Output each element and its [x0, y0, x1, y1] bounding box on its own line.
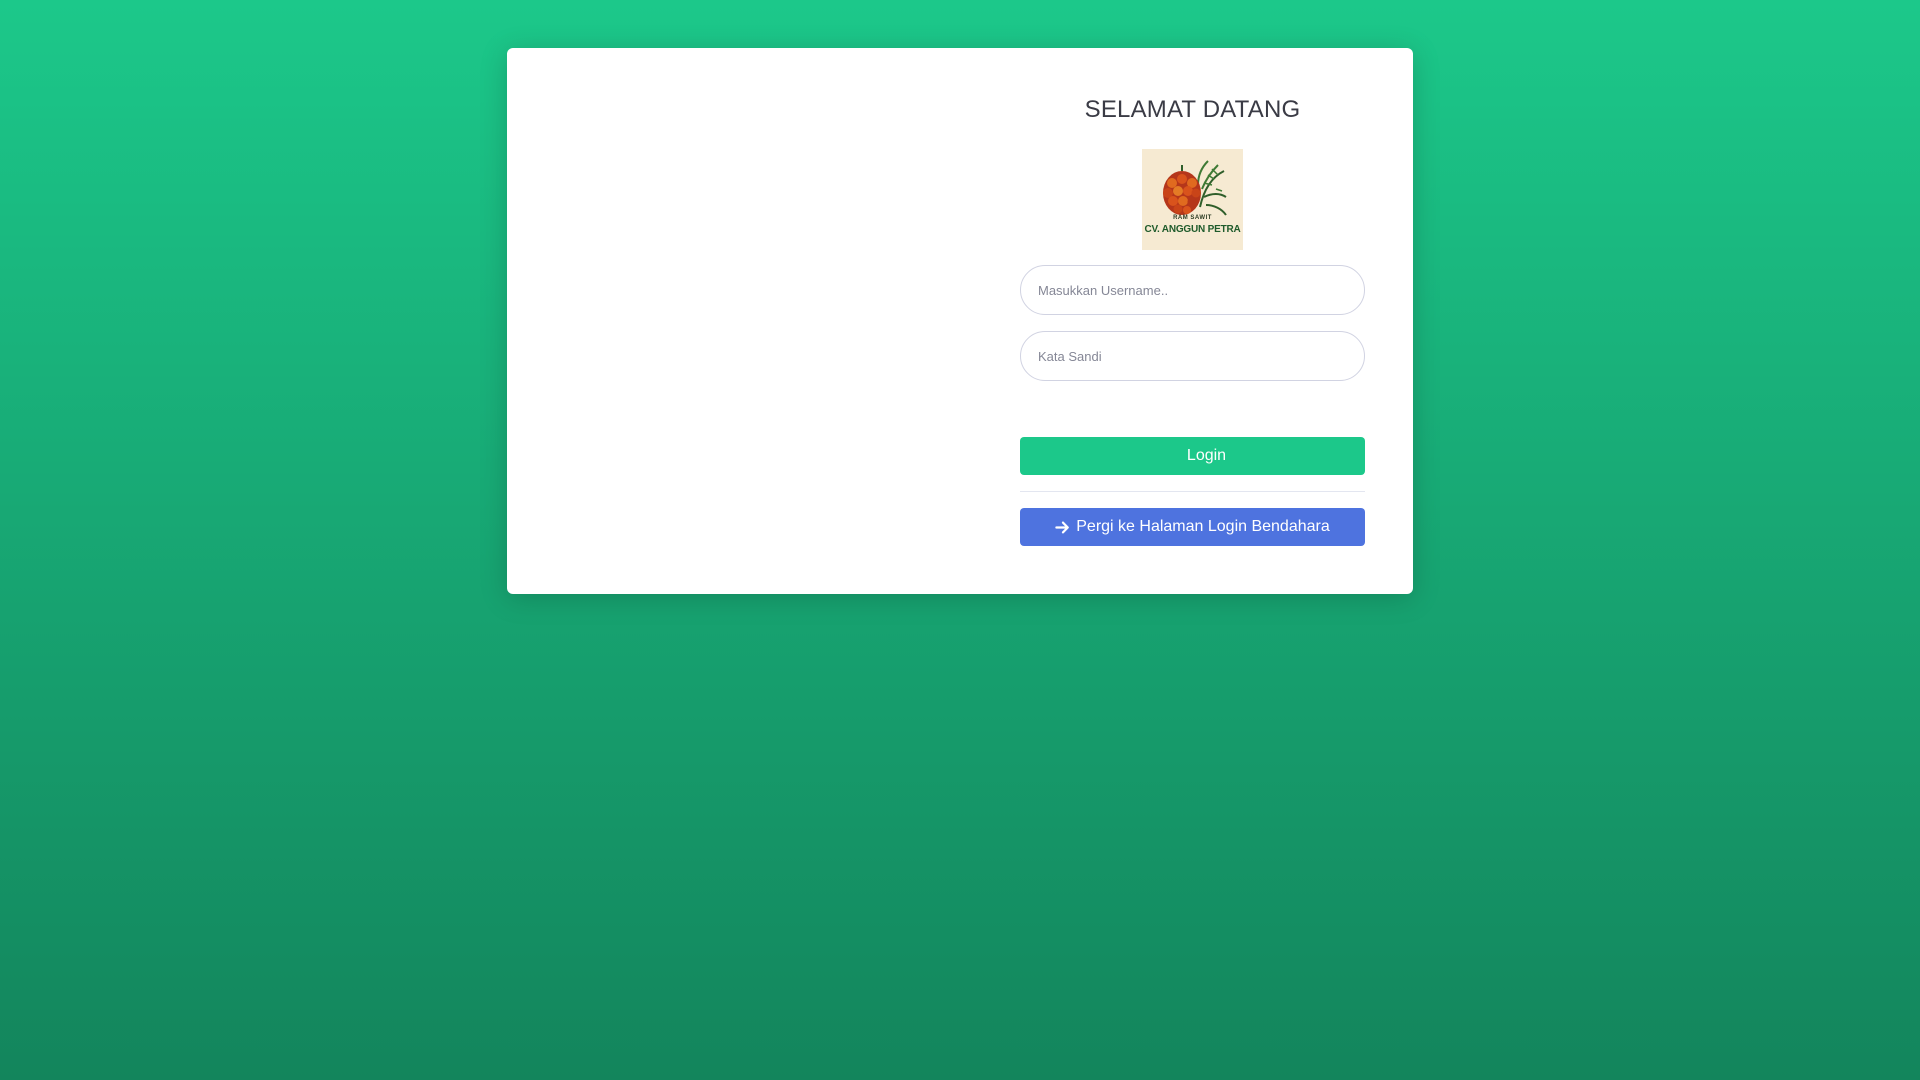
bendahara-login-label: Pergi ke Halaman Login Bendahara	[1076, 518, 1330, 535]
login-form-panel: SELAMAT DATANG RAM SAWIT CV. ANGGUN PETR…	[1020, 48, 1365, 594]
company-logo: RAM SAWIT CV. ANGGUN PETRA	[1142, 149, 1243, 250]
welcome-title: SELAMAT DATANG	[1084, 96, 1301, 123]
login-card: SELAMAT DATANG RAM SAWIT CV. ANGGUN PETR…	[507, 48, 1413, 594]
login-button[interactable]: Login	[1020, 437, 1365, 475]
username-input[interactable]	[1020, 265, 1365, 315]
arrow-right-icon	[1055, 520, 1070, 535]
form-divider	[1020, 491, 1365, 492]
password-input[interactable]	[1020, 331, 1365, 381]
bendahara-login-button[interactable]: Pergi ke Halaman Login Bendahara	[1020, 508, 1365, 546]
image-panel	[507, 48, 960, 594]
logo-company-name: CV. ANGGUN PETRA	[1144, 224, 1241, 235]
logo-subtitle: RAM SAWIT	[1173, 215, 1212, 221]
